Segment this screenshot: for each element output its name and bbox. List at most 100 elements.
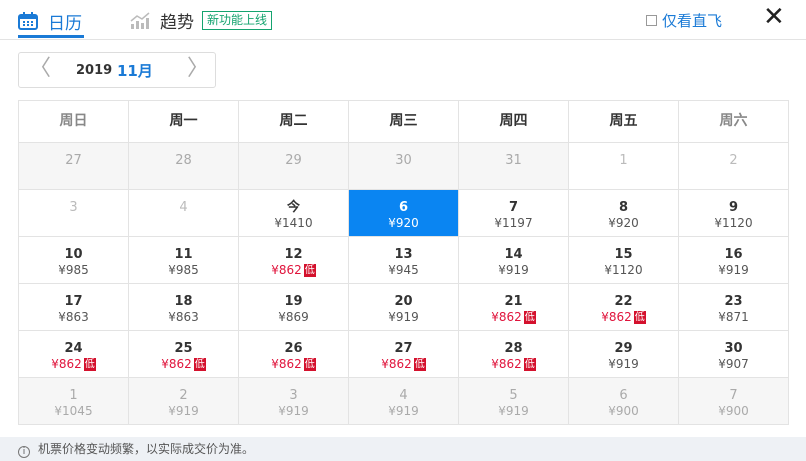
day-price: ¥919: [459, 403, 568, 420]
price-notice: i 机票价格变动频繁，以实际成交价为准。: [0, 437, 806, 461]
day-number: 7: [508, 200, 519, 215]
lowest-price-badge: 低: [303, 358, 316, 371]
day-price: ¥862 低: [19, 356, 128, 373]
day-number: 28: [175, 153, 192, 168]
day-number: 今: [286, 200, 300, 215]
prev-month-button[interactable]: 〈: [29, 58, 51, 80]
calendar-day-cell[interactable]: 29 ¥919: [569, 331, 679, 378]
price-text: ¥1045: [54, 404, 93, 418]
day-price: ¥1197: [459, 215, 568, 232]
price-text: ¥985: [168, 263, 199, 277]
calendar-day-cell[interactable]: 19 ¥869: [239, 284, 349, 331]
calendar-day-cell[interactable]: 9 ¥1120: [679, 190, 789, 237]
calendar-day-cell[interactable]: 14 ¥919: [459, 237, 569, 284]
calendar-day-cell[interactable]: 16 ¥919: [679, 237, 789, 284]
calendar-day-cell[interactable]: 18 ¥863: [129, 284, 239, 331]
calendar-day-cell[interactable]: 6 ¥900: [569, 378, 679, 425]
calendar-day-cell: 28: [129, 143, 239, 190]
price-text: ¥862: [491, 310, 522, 324]
day-number: 12: [284, 247, 303, 262]
price-text: ¥1120: [714, 216, 753, 230]
price-text: ¥862: [161, 357, 192, 371]
price-text: ¥1410: [274, 216, 313, 230]
day-price: ¥862 低: [459, 309, 568, 326]
day-price: ¥919: [679, 262, 788, 279]
tab-trend[interactable]: 趋势 新功能上线: [130, 8, 273, 33]
day-price: ¥900: [679, 403, 788, 420]
calendar-day-cell[interactable]: 28 ¥862 低: [459, 331, 569, 378]
day-number: 26: [284, 341, 303, 356]
price-text: ¥919: [498, 263, 529, 277]
checkbox-box[interactable]: [646, 15, 657, 26]
price-text: ¥900: [608, 404, 639, 418]
calendar-day-cell[interactable]: 24 ¥862 低: [19, 331, 129, 378]
calendar-day-cell[interactable]: 17 ¥863: [19, 284, 129, 331]
day-price: ¥869: [239, 309, 348, 326]
calendar-day-cell[interactable]: 7 ¥1197: [459, 190, 569, 237]
day-number: 3: [69, 200, 78, 215]
day-number: 4: [179, 200, 188, 215]
day-price: ¥919: [459, 262, 568, 279]
day-price: ¥862 低: [239, 356, 348, 373]
day-number: 23: [724, 294, 743, 309]
day-price: ¥862 低: [569, 309, 678, 326]
calendar-day-cell[interactable]: 11 ¥985: [129, 237, 239, 284]
calendar-day-cell[interactable]: 20 ¥919: [349, 284, 459, 331]
info-icon: i: [18, 446, 30, 458]
calendar-day-cell[interactable]: 25 ¥862 低: [129, 331, 239, 378]
day-number: 1: [619, 153, 628, 168]
calendar-day-cell[interactable]: 30 ¥907: [679, 331, 789, 378]
day-number: 31: [505, 153, 522, 168]
calendar-day-cell[interactable]: 6 ¥920: [349, 190, 459, 237]
price-text: ¥920: [388, 216, 419, 230]
price-text: ¥862: [491, 357, 522, 371]
day-price: ¥919: [569, 356, 678, 373]
calendar-day-cell: 3: [19, 190, 129, 237]
price-text: ¥919: [388, 310, 419, 324]
calendar-day-cell[interactable]: 今 ¥1410: [239, 190, 349, 237]
weekday-header: 周三: [349, 101, 459, 143]
next-month-button[interactable]: 〉: [187, 58, 209, 80]
calendar-day-cell[interactable]: 23 ¥871: [679, 284, 789, 331]
calendar-day-cell[interactable]: 15 ¥1120: [569, 237, 679, 284]
price-text: ¥862: [381, 357, 412, 371]
calendar-day-cell[interactable]: 21 ¥862 低: [459, 284, 569, 331]
calendar-day-cell[interactable]: 12 ¥862 低: [239, 237, 349, 284]
price-text: ¥862: [271, 263, 302, 277]
calendar-day-cell[interactable]: 22 ¥862 低: [569, 284, 679, 331]
price-text: ¥871: [718, 310, 749, 324]
calendar-day-cell[interactable]: 1 ¥1045: [19, 378, 129, 425]
calendar-day-cell[interactable]: 3 ¥919: [239, 378, 349, 425]
day-price: ¥862 低: [349, 356, 458, 373]
day-price: ¥919: [349, 309, 458, 326]
calendar-day-cell[interactable]: 2 ¥919: [129, 378, 239, 425]
trend-chart-icon: [130, 11, 150, 29]
weekday-header: 周日: [19, 101, 129, 143]
calendar-day-cell: 27: [19, 143, 129, 190]
day-number: 29: [285, 153, 302, 168]
calendar-day-cell[interactable]: 27 ¥862 低: [349, 331, 459, 378]
calendar-day-cell[interactable]: 10 ¥985: [19, 237, 129, 284]
day-number: 4: [399, 388, 408, 403]
tab-calendar[interactable]: 日历: [18, 7, 84, 38]
calendar-day-cell[interactable]: 4 ¥919: [349, 378, 459, 425]
calendar-day-cell[interactable]: 7 ¥900: [679, 378, 789, 425]
price-text: ¥919: [168, 404, 199, 418]
day-number: 30: [724, 341, 743, 356]
calendar-day-cell[interactable]: 13 ¥945: [349, 237, 459, 284]
price-text: ¥863: [168, 310, 199, 324]
calendar-day-cell[interactable]: 5 ¥919: [459, 378, 569, 425]
price-text: ¥919: [498, 404, 529, 418]
day-number: 3: [289, 388, 298, 403]
calendar-day-cell: 30: [349, 143, 459, 190]
weekday-header: 周二: [239, 101, 349, 143]
price-text: ¥863: [58, 310, 89, 324]
day-number: 11: [174, 247, 193, 262]
direct-only-checkbox[interactable]: 仅看直飞: [646, 10, 722, 31]
calendar-day-cell: 29: [239, 143, 349, 190]
calendar-day-cell[interactable]: 8 ¥920: [569, 190, 679, 237]
calendar-day-cell[interactable]: 26 ¥862 低: [239, 331, 349, 378]
close-button[interactable]: ✕: [763, 4, 785, 30]
day-price: ¥862 低: [129, 356, 238, 373]
new-feature-badge: 新功能上线: [202, 11, 273, 30]
